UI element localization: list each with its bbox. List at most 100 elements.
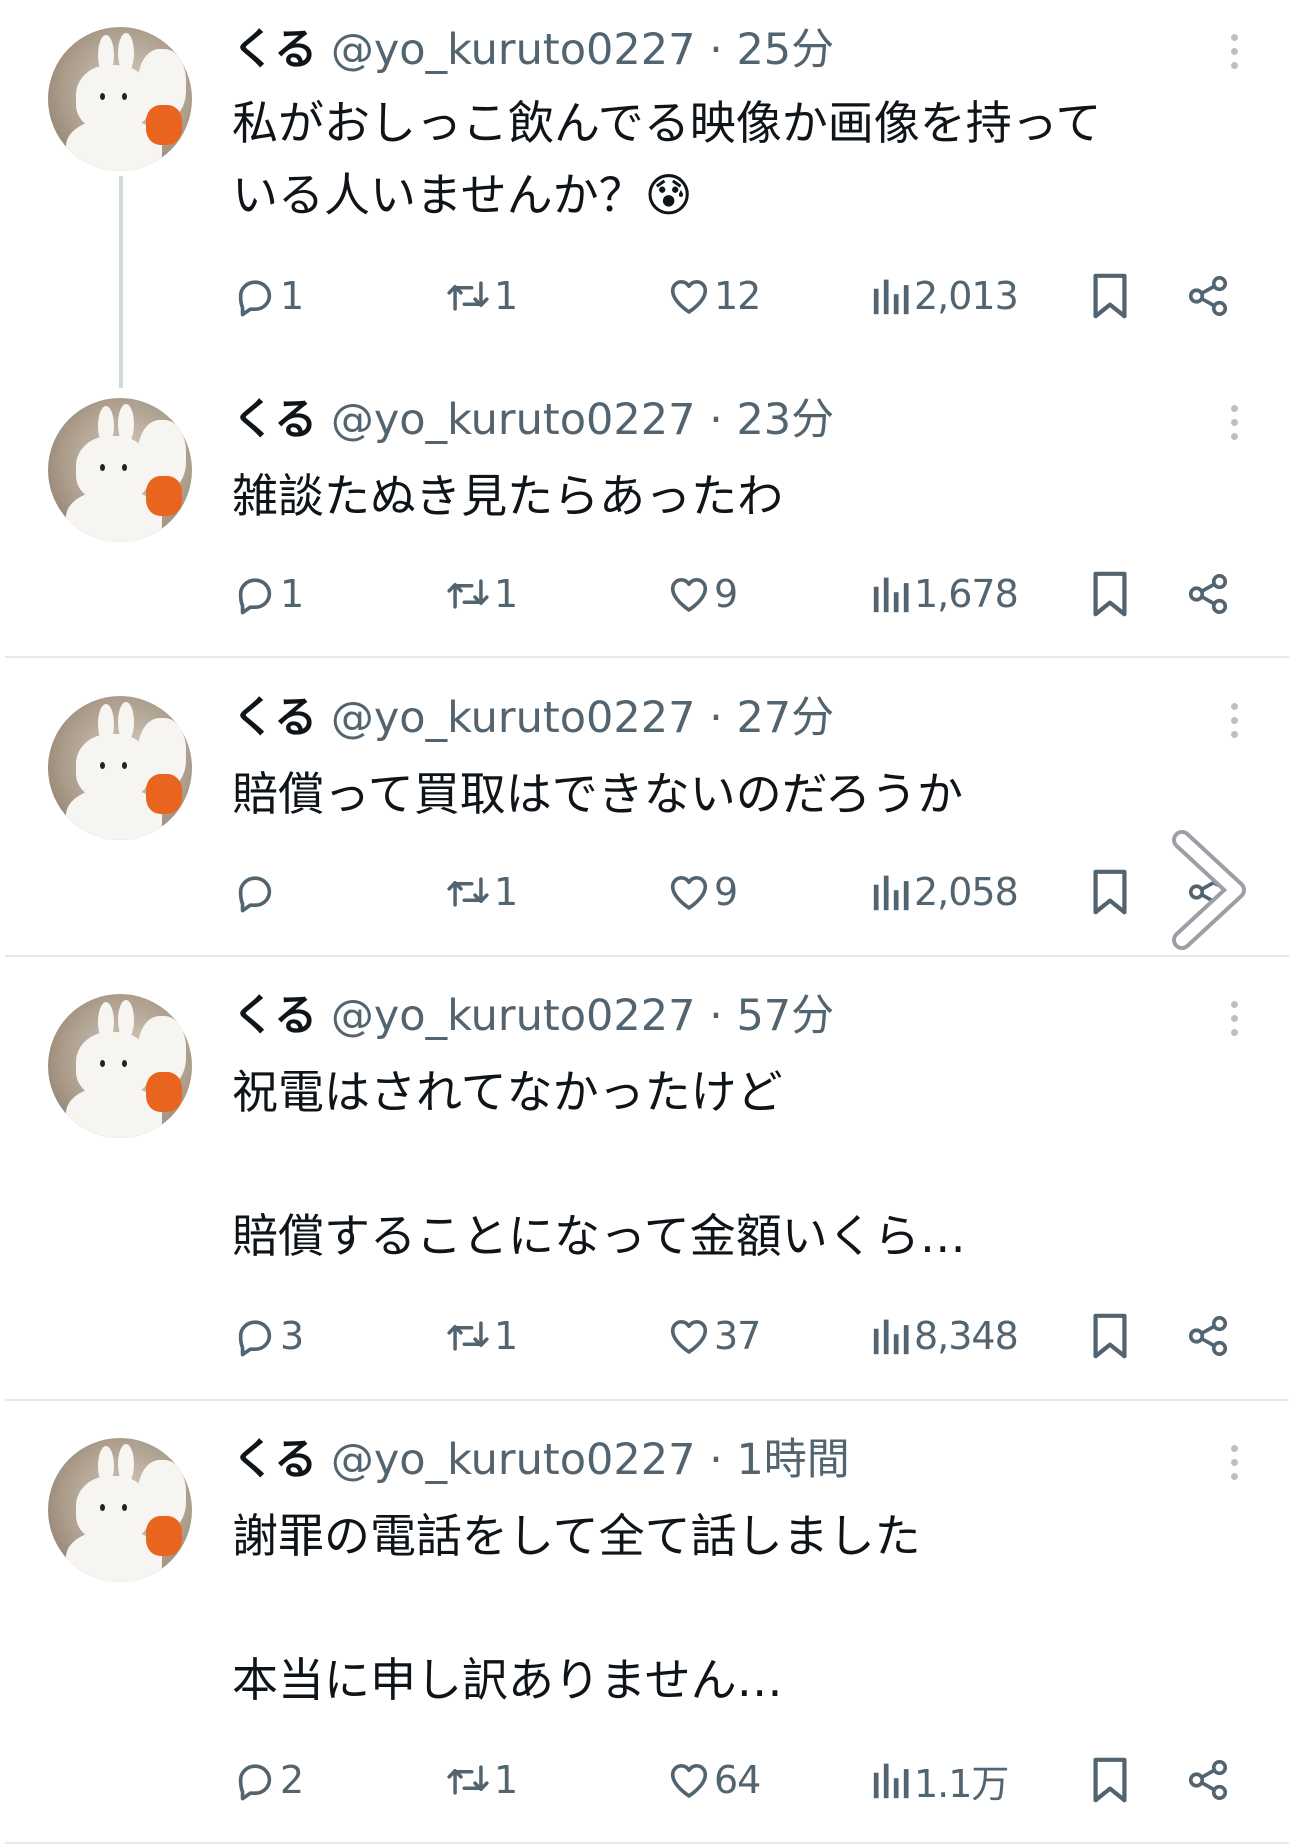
user-handle[interactable]: @yo_kuruto0227 <box>331 1435 696 1485</box>
views-button[interactable]: 8,348 <box>872 1306 1019 1366</box>
display-name[interactable]: くる <box>232 693 317 743</box>
tweet-header: くる @yo_kuruto0227 · 1時間 <box>232 1432 850 1488</box>
more-options-icon[interactable] <box>1228 405 1242 447</box>
reply-button[interactable]: 1 <box>232 266 304 326</box>
timestamp[interactable]: · 23分 <box>709 395 834 445</box>
tweet-actions: 3 1 37 8,348 <box>232 1306 1252 1366</box>
share-button[interactable] <box>1184 1750 1232 1810</box>
heart-icon <box>666 1313 712 1359</box>
display-name[interactable]: くる <box>232 395 317 445</box>
like-button[interactable]: 37 <box>666 1306 761 1366</box>
bookmark-button[interactable] <box>1088 1306 1132 1366</box>
bookmark-icon <box>1088 1755 1132 1805</box>
avatar[interactable] <box>48 1438 192 1582</box>
retweet-button[interactable]: 1 <box>444 1750 518 1810</box>
reply-count: 1 <box>280 572 304 616</box>
views-count: 2,013 <box>914 274 1019 318</box>
retweet-icon <box>444 571 492 617</box>
retweet-count: 1 <box>494 572 518 616</box>
retweet-icon <box>444 1757 492 1803</box>
user-handle[interactable]: @yo_kuruto0227 <box>331 395 696 445</box>
bar-chart-icon <box>872 1314 912 1358</box>
reply-button[interactable]: 3 <box>232 1306 304 1366</box>
more-options-icon[interactable] <box>1228 1445 1242 1487</box>
reply-icon <box>232 273 278 319</box>
avatar[interactable] <box>48 994 192 1138</box>
bookmark-button[interactable] <box>1088 1750 1132 1810</box>
like-count: 64 <box>714 1758 761 1802</box>
timestamp[interactable]: · 1時間 <box>709 1435 850 1485</box>
more-options-icon[interactable] <box>1228 1001 1242 1043</box>
share-icon <box>1184 1757 1232 1803</box>
retweet-count: 1 <box>494 1314 518 1358</box>
bookmark-icon <box>1088 1311 1132 1361</box>
timestamp[interactable]: · 57分 <box>709 991 834 1041</box>
bar-chart-icon <box>872 274 912 318</box>
avatar[interactable] <box>48 27 192 171</box>
divider <box>5 656 1289 658</box>
heart-icon <box>666 1757 712 1803</box>
tweet-actions: 2 1 64 1.1万 <box>232 1750 1252 1810</box>
retweet-icon <box>444 869 492 915</box>
views-button[interactable]: 1,678 <box>872 564 1019 624</box>
share-button[interactable] <box>1184 564 1232 624</box>
display-name[interactable]: くる <box>232 991 317 1041</box>
retweet-button[interactable]: 1 <box>444 564 518 624</box>
reply-button[interactable] <box>232 862 280 922</box>
tweet-header: くる @yo_kuruto0227 · 25分 <box>232 22 834 78</box>
tweet-text: 謝罪の電話をして全て話しました 本当に申し訳ありません… <box>232 1509 921 1707</box>
like-button[interactable]: 64 <box>666 1750 761 1810</box>
like-button[interactable]: 9 <box>666 862 738 922</box>
retweet-count: 1 <box>494 1758 518 1802</box>
reply-button[interactable]: 1 <box>232 564 304 624</box>
like-count: 12 <box>714 274 761 318</box>
bookmark-icon <box>1088 271 1132 321</box>
bookmark-button[interactable] <box>1088 266 1132 326</box>
like-button[interactable]: 9 <box>666 564 738 624</box>
reply-count: 1 <box>280 274 304 318</box>
bookmark-button[interactable] <box>1088 862 1132 922</box>
views-button[interactable]: 2,013 <box>872 266 1019 326</box>
tweet-text: 祝電はされてなかったけど 賠償することになって金額いくら… <box>232 1065 966 1263</box>
timestamp[interactable]: · 27分 <box>709 693 834 743</box>
retweet-button[interactable]: 1 <box>444 266 518 326</box>
timestamp[interactable]: · 25分 <box>709 25 834 75</box>
avatar[interactable] <box>48 398 192 542</box>
user-handle[interactable]: @yo_kuruto0227 <box>331 693 696 743</box>
reply-icon <box>232 869 278 915</box>
views-button[interactable]: 2,058 <box>872 862 1019 922</box>
retweet-count: 1 <box>494 274 518 318</box>
user-handle[interactable]: @yo_kuruto0227 <box>331 991 696 1041</box>
share-button[interactable] <box>1184 1306 1232 1366</box>
retweet-button[interactable]: 1 <box>444 1306 518 1366</box>
bookmark-button[interactable] <box>1088 564 1132 624</box>
reply-icon <box>232 1757 278 1803</box>
bookmark-icon <box>1088 867 1132 917</box>
views-button[interactable]: 1.1万 <box>872 1750 1009 1810</box>
user-handle[interactable]: @yo_kuruto0227 <box>331 25 696 75</box>
reply-icon <box>232 1313 278 1359</box>
heart-icon <box>666 571 712 617</box>
divider <box>5 955 1289 957</box>
like-count: 9 <box>714 572 738 616</box>
retweet-icon <box>444 273 492 319</box>
avatar[interactable] <box>48 696 192 840</box>
divider <box>5 1399 1289 1401</box>
tweet-header: くる @yo_kuruto0227 · 23分 <box>232 392 834 448</box>
bar-chart-icon <box>872 572 912 616</box>
display-name[interactable]: くる <box>232 1435 317 1485</box>
reply-icon <box>232 571 278 617</box>
share-button[interactable] <box>1184 266 1232 326</box>
more-options-icon[interactable] <box>1228 34 1242 76</box>
tweet-text: 雑談たぬき見たらあったわ <box>232 469 784 523</box>
share-icon <box>1184 1313 1232 1359</box>
chevron-right-icon[interactable] <box>1168 830 1248 950</box>
retweet-button[interactable]: 1 <box>444 862 518 922</box>
more-options-icon[interactable] <box>1228 703 1242 745</box>
like-count: 9 <box>714 870 738 914</box>
tweet-actions: 1 1 9 1,678 <box>232 564 1252 624</box>
like-button[interactable]: 12 <box>666 266 761 326</box>
display-name[interactable]: くる <box>232 25 317 75</box>
reply-button[interactable]: 2 <box>232 1750 304 1810</box>
reply-count: 3 <box>280 1314 304 1358</box>
